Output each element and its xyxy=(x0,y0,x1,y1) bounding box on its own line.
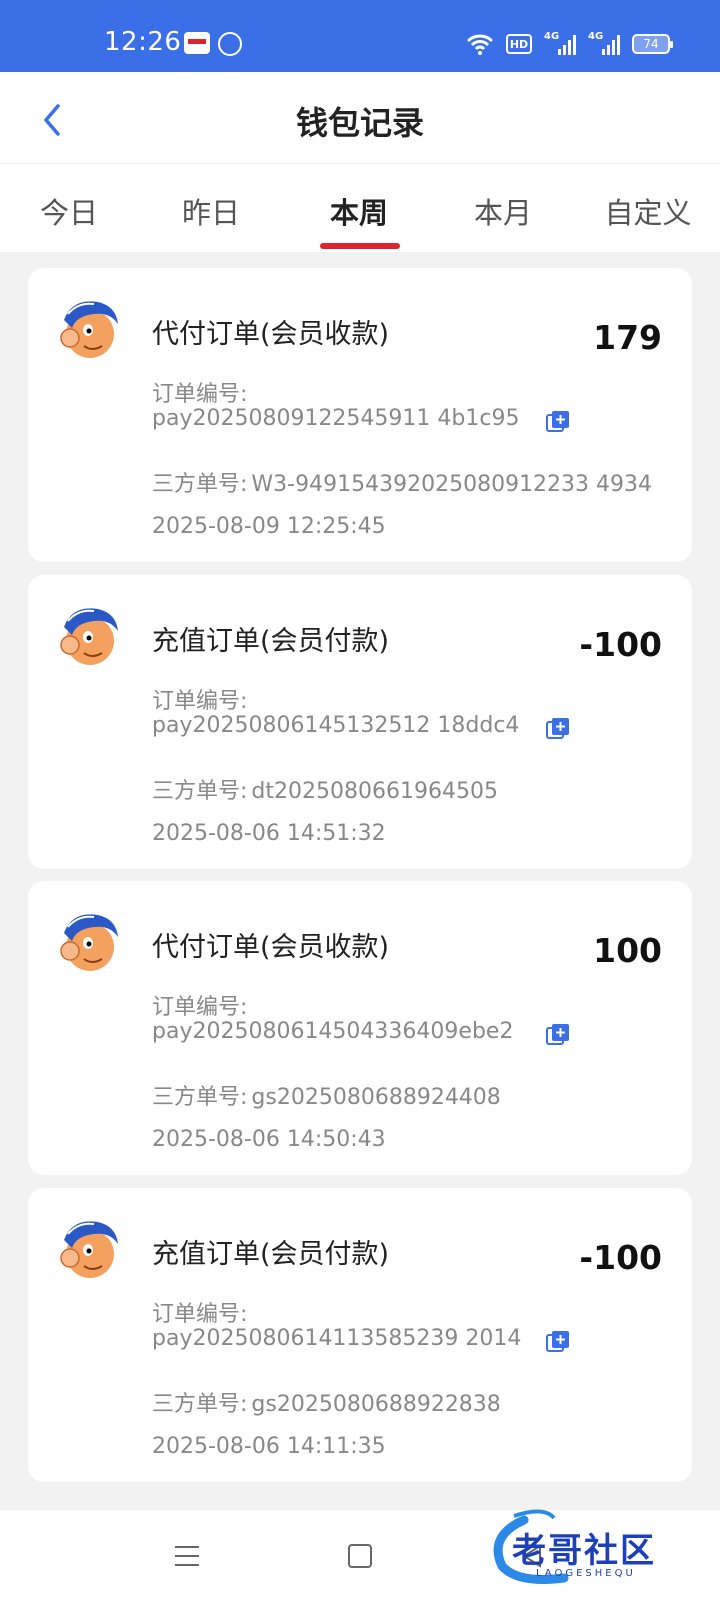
record-card: 充值订单(会员付款) -100 订单编号: pay202508061411358… xyxy=(28,1188,692,1482)
header: 钱包记录 xyxy=(0,72,720,164)
recent-apps-icon[interactable] xyxy=(174,1544,200,1568)
record-amount: 100 xyxy=(593,931,662,970)
third-party-number: 三方单号: gs2025080688922838 xyxy=(152,1386,501,1418)
hd-badge: HD xyxy=(506,34,532,54)
order-number-label: 订单编号: xyxy=(152,1302,248,1327)
status-time: 12:26 xyxy=(104,27,182,57)
order-number-value: pay20250806145132512 18ddc4 xyxy=(152,713,520,738)
notification-app-icon-2 xyxy=(218,32,242,56)
third-party-value: gs2025080688922838 xyxy=(251,1392,501,1417)
record-title: 充值订单(会员付款) xyxy=(152,1239,390,1270)
order-number-label: 订单编号: xyxy=(152,689,248,714)
record-time: 2025-08-06 14:50:43 xyxy=(152,1127,386,1152)
signal-icon-2: 4G xyxy=(588,31,620,55)
network-label-2: 4G xyxy=(588,31,604,42)
active-tab-indicator xyxy=(320,243,400,249)
record-card: 充值订单(会员付款) -100 订单编号: pay202508061451325… xyxy=(28,575,692,869)
status-indicators: HD 4G 4G 74 xyxy=(466,30,673,58)
record-title: 代付订单(会员收款) xyxy=(152,932,390,963)
watermark-subtext: LAOGESHEQU xyxy=(536,1568,636,1579)
avatar xyxy=(60,608,118,665)
order-number-value: pay2025080614113585239 2014 xyxy=(152,1326,522,1351)
wifi-icon xyxy=(466,34,494,55)
page-title: 钱包记录 xyxy=(295,104,424,142)
order-number-value: pay20250809122545911 4b1c95 xyxy=(152,406,520,431)
avatar xyxy=(60,301,118,358)
record-amount: -100 xyxy=(579,625,662,664)
record-amount: -100 xyxy=(579,1238,662,1277)
order-number-label: 订单编号: xyxy=(152,382,248,407)
third-party-label: 三方单号: xyxy=(152,1085,248,1110)
tab-today[interactable]: 今日 xyxy=(14,190,124,232)
period-tabs: 今日 昨日 本周 本月 自定义 xyxy=(0,164,720,252)
record-card: 代付订单(会员收款) 179 订单编号: pay2025080912254591… xyxy=(28,268,692,562)
status-bar: 12:26 HD 4G 4G 74 xyxy=(0,0,720,72)
copy-icon[interactable] xyxy=(546,1023,570,1047)
watermark-text: 老哥社区 xyxy=(512,1531,656,1571)
third-party-number: 三方单号: gs2025080688924408 xyxy=(152,1079,501,1111)
record-title: 代付订单(会员收款) xyxy=(152,319,390,350)
record-card: 代付订单(会员收款) 100 订单编号: pay2025080614504336… xyxy=(28,881,692,1175)
battery-icon: 74 xyxy=(632,34,673,54)
network-label: 4G xyxy=(544,31,560,42)
third-party-number: 三方单号: dt2025080661964505 xyxy=(152,773,498,805)
third-party-value: W3-949154392025080912233 4934 xyxy=(251,472,653,497)
copy-icon[interactable] xyxy=(546,410,570,434)
record-title: 充值订单(会员付款) xyxy=(152,626,390,657)
third-party-label: 三方单号: xyxy=(152,779,248,804)
home-icon[interactable] xyxy=(348,1544,372,1568)
avatar xyxy=(60,1221,118,1278)
tab-this-week[interactable]: 本周 xyxy=(304,190,414,232)
battery-level: 74 xyxy=(643,37,659,51)
third-party-value: gs2025080688924408 xyxy=(251,1085,501,1110)
record-time: 2025-08-06 14:11:35 xyxy=(152,1434,386,1459)
record-time: 2025-08-06 14:51:32 xyxy=(152,821,386,846)
copy-icon[interactable] xyxy=(546,1330,570,1354)
signal-icon: 4G xyxy=(544,31,576,55)
tab-yesterday[interactable]: 昨日 xyxy=(156,190,266,232)
tab-custom[interactable]: 自定义 xyxy=(593,190,703,232)
third-party-label: 三方单号: xyxy=(152,472,248,497)
copy-icon[interactable] xyxy=(546,717,570,741)
avatar xyxy=(60,914,118,971)
third-party-number: 三方单号: W3-949154392025080912233 4934 xyxy=(152,466,652,498)
third-party-value: dt2025080661964505 xyxy=(251,779,498,804)
order-number-label: 订单编号: xyxy=(152,995,248,1020)
notification-app-icon xyxy=(184,32,210,54)
order-number-value: pay2025080614504336409ebe2 xyxy=(152,1019,514,1044)
tab-this-month[interactable]: 本月 xyxy=(448,190,558,232)
third-party-label: 三方单号: xyxy=(152,1392,248,1417)
record-time: 2025-08-09 12:25:45 xyxy=(152,514,386,539)
record-amount: 179 xyxy=(593,318,662,357)
